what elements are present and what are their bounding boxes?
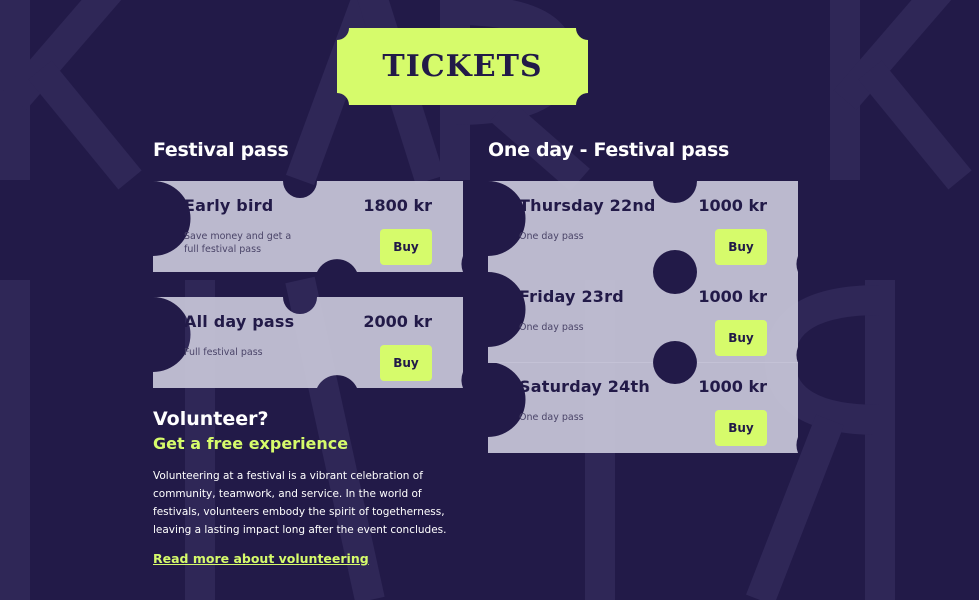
volunteer-subheading: Get a free experience [153, 434, 349, 453]
volunteer-read-more-link[interactable]: Read more about volunteering [153, 551, 369, 566]
ticket-description: One day pass [519, 231, 584, 242]
ticket-name: Early bird [184, 196, 274, 215]
buy-button[interactable]: Buy [715, 229, 767, 265]
ticket-friday: Friday 23rd 1000 kr One day pass Buy [488, 272, 798, 363]
ticket-early-bird: Early bird 1800 kr Save money and get a … [153, 181, 463, 272]
ticket-name: Thursday 22nd [519, 196, 656, 215]
tickets-title-banner: TICKETS [337, 28, 588, 105]
ticket-description: Save money and get a full festival pass [184, 231, 292, 255]
ticket-description: Full festival pass [184, 347, 263, 358]
volunteer-heading: Volunteer? [153, 408, 269, 430]
buy-button[interactable]: Buy [380, 345, 432, 381]
ticket-all-day-pass: All day pass 2000 kr Full festival pass … [153, 297, 463, 388]
ticket-price: 2000 kr [363, 312, 432, 331]
ticket-name: Saturday 24th [519, 377, 650, 396]
ticket-description: One day pass [519, 322, 584, 333]
ticket-price: 1800 kr [363, 196, 432, 215]
ticket-name: All day pass [184, 312, 295, 331]
ticket-saturday: Saturday 24th 1000 kr One day pass Buy [488, 362, 798, 453]
buy-button[interactable]: Buy [715, 320, 767, 356]
buy-button[interactable]: Buy [380, 229, 432, 265]
ticket-name: Friday 23rd [519, 287, 624, 306]
ticket-price: 1000 kr [698, 377, 767, 396]
ticket-price: 1000 kr [698, 196, 767, 215]
ticket-description: One day pass [519, 412, 584, 423]
page-title: TICKETS [382, 49, 543, 84]
festival-pass-heading: Festival pass [153, 139, 289, 161]
one-day-pass-heading: One day - Festival pass [488, 139, 729, 161]
ticket-price: 1000 kr [698, 287, 767, 306]
buy-button[interactable]: Buy [715, 410, 767, 446]
ticket-thursday: Thursday 22nd 1000 kr One day pass Buy [488, 181, 798, 272]
volunteer-description: Volunteering at a festival is a vibrant … [153, 470, 447, 536]
